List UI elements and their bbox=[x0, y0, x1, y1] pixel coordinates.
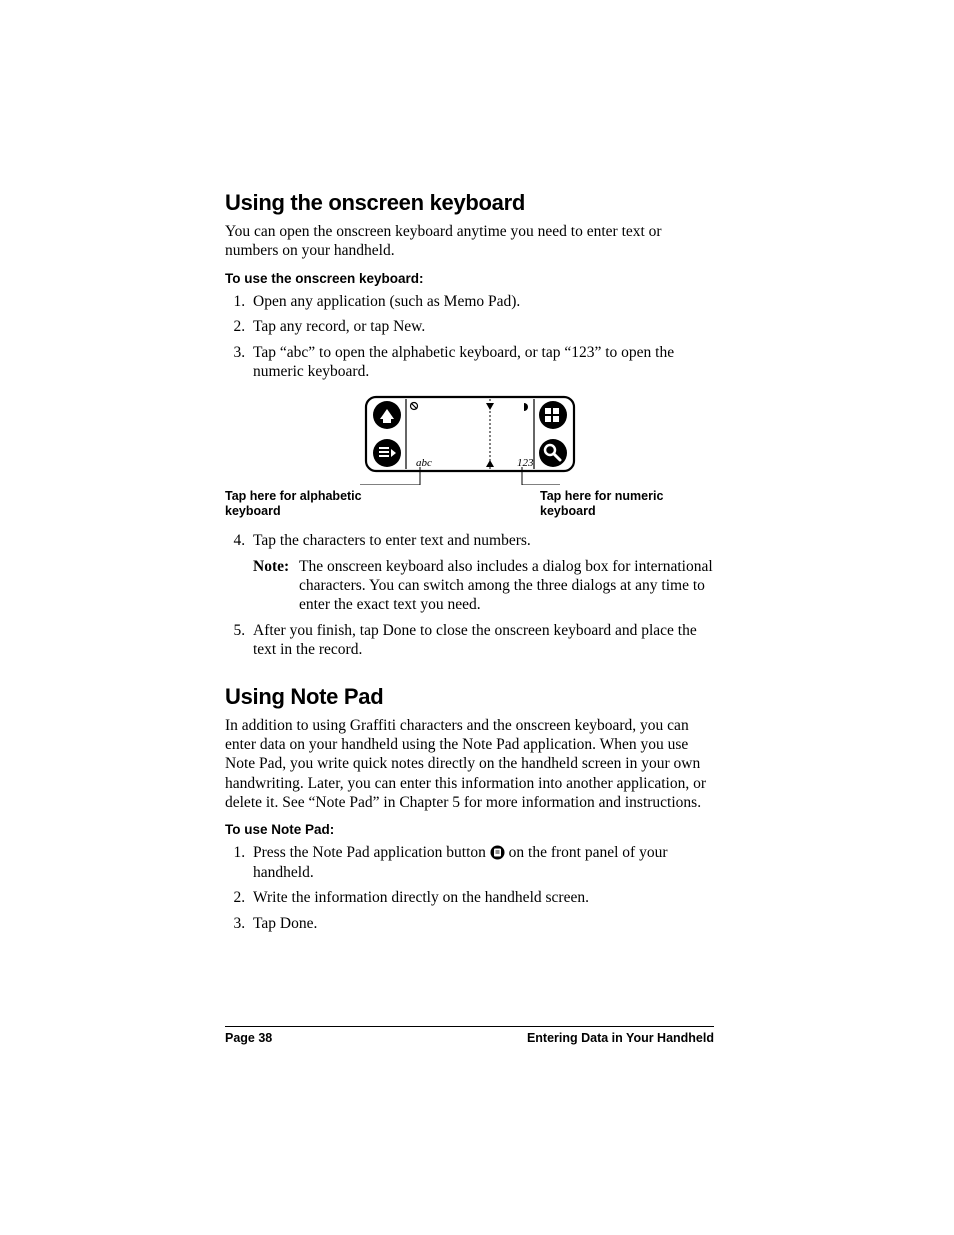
chapter-title: Entering Data in Your Handheld bbox=[527, 1031, 714, 1045]
svg-text:123: 123 bbox=[517, 457, 534, 469]
heading-onscreen-keyboard: Using the onscreen keyboard bbox=[225, 190, 714, 216]
step-item: Open any application (such as Memo Pad). bbox=[249, 292, 714, 311]
note-row: Note: The onscreen keyboard also include… bbox=[253, 557, 714, 615]
step-item: Tap “abc” to open the alphabetic keyboar… bbox=[249, 343, 714, 382]
intro-paragraph: You can open the onscreen keyboard anyti… bbox=[225, 222, 714, 261]
graffiti-figure: abc 123 Tap here for alphabetic keyboard… bbox=[225, 395, 714, 525]
step-item: Tap any record, or tap New. bbox=[249, 317, 714, 336]
page-footer: Page 38 Entering Data in Your Handheld bbox=[225, 1026, 714, 1045]
subhead-notepad: To use Note Pad: bbox=[225, 822, 714, 837]
step-item: Press the Note Pad application button on… bbox=[249, 843, 714, 882]
step-item: Tap the characters to enter text and num… bbox=[249, 531, 714, 615]
page-number: Page 38 bbox=[225, 1031, 272, 1045]
footer-rule bbox=[225, 1026, 714, 1027]
note-text: The onscreen keyboard also includes a di… bbox=[299, 557, 714, 615]
step-item: Tap Done. bbox=[249, 914, 714, 933]
intro-paragraph-2: In addition to using Graffiti characters… bbox=[225, 716, 714, 813]
note-label: Note: bbox=[253, 557, 299, 615]
notepad-button-icon bbox=[490, 845, 505, 860]
step-text: Tap the characters to enter text and num… bbox=[253, 532, 531, 549]
callout-numeric: Tap here for numeric keyboard bbox=[540, 489, 700, 518]
steps-list-1: Open any application (such as Memo Pad).… bbox=[225, 292, 714, 382]
heading-notepad: Using Note Pad bbox=[225, 684, 714, 710]
steps-list-1b: Tap the characters to enter text and num… bbox=[225, 531, 714, 659]
graffiti-area-diagram: abc 123 bbox=[360, 395, 580, 485]
steps-list-2: Press the Note Pad application button on… bbox=[225, 843, 714, 933]
step-item: After you finish, tap Done to close the … bbox=[249, 621, 714, 660]
callout-alphabetic: Tap here for alphabetic keyboard bbox=[225, 489, 385, 518]
document-page: Using the onscreen keyboard You can open… bbox=[0, 0, 954, 1235]
step-item: Write the information directly on the ha… bbox=[249, 888, 714, 907]
subhead-onscreen: To use the onscreen keyboard: bbox=[225, 271, 714, 286]
svg-text:abc: abc bbox=[416, 457, 432, 469]
step-text-part: Press the Note Pad application button bbox=[253, 844, 490, 861]
